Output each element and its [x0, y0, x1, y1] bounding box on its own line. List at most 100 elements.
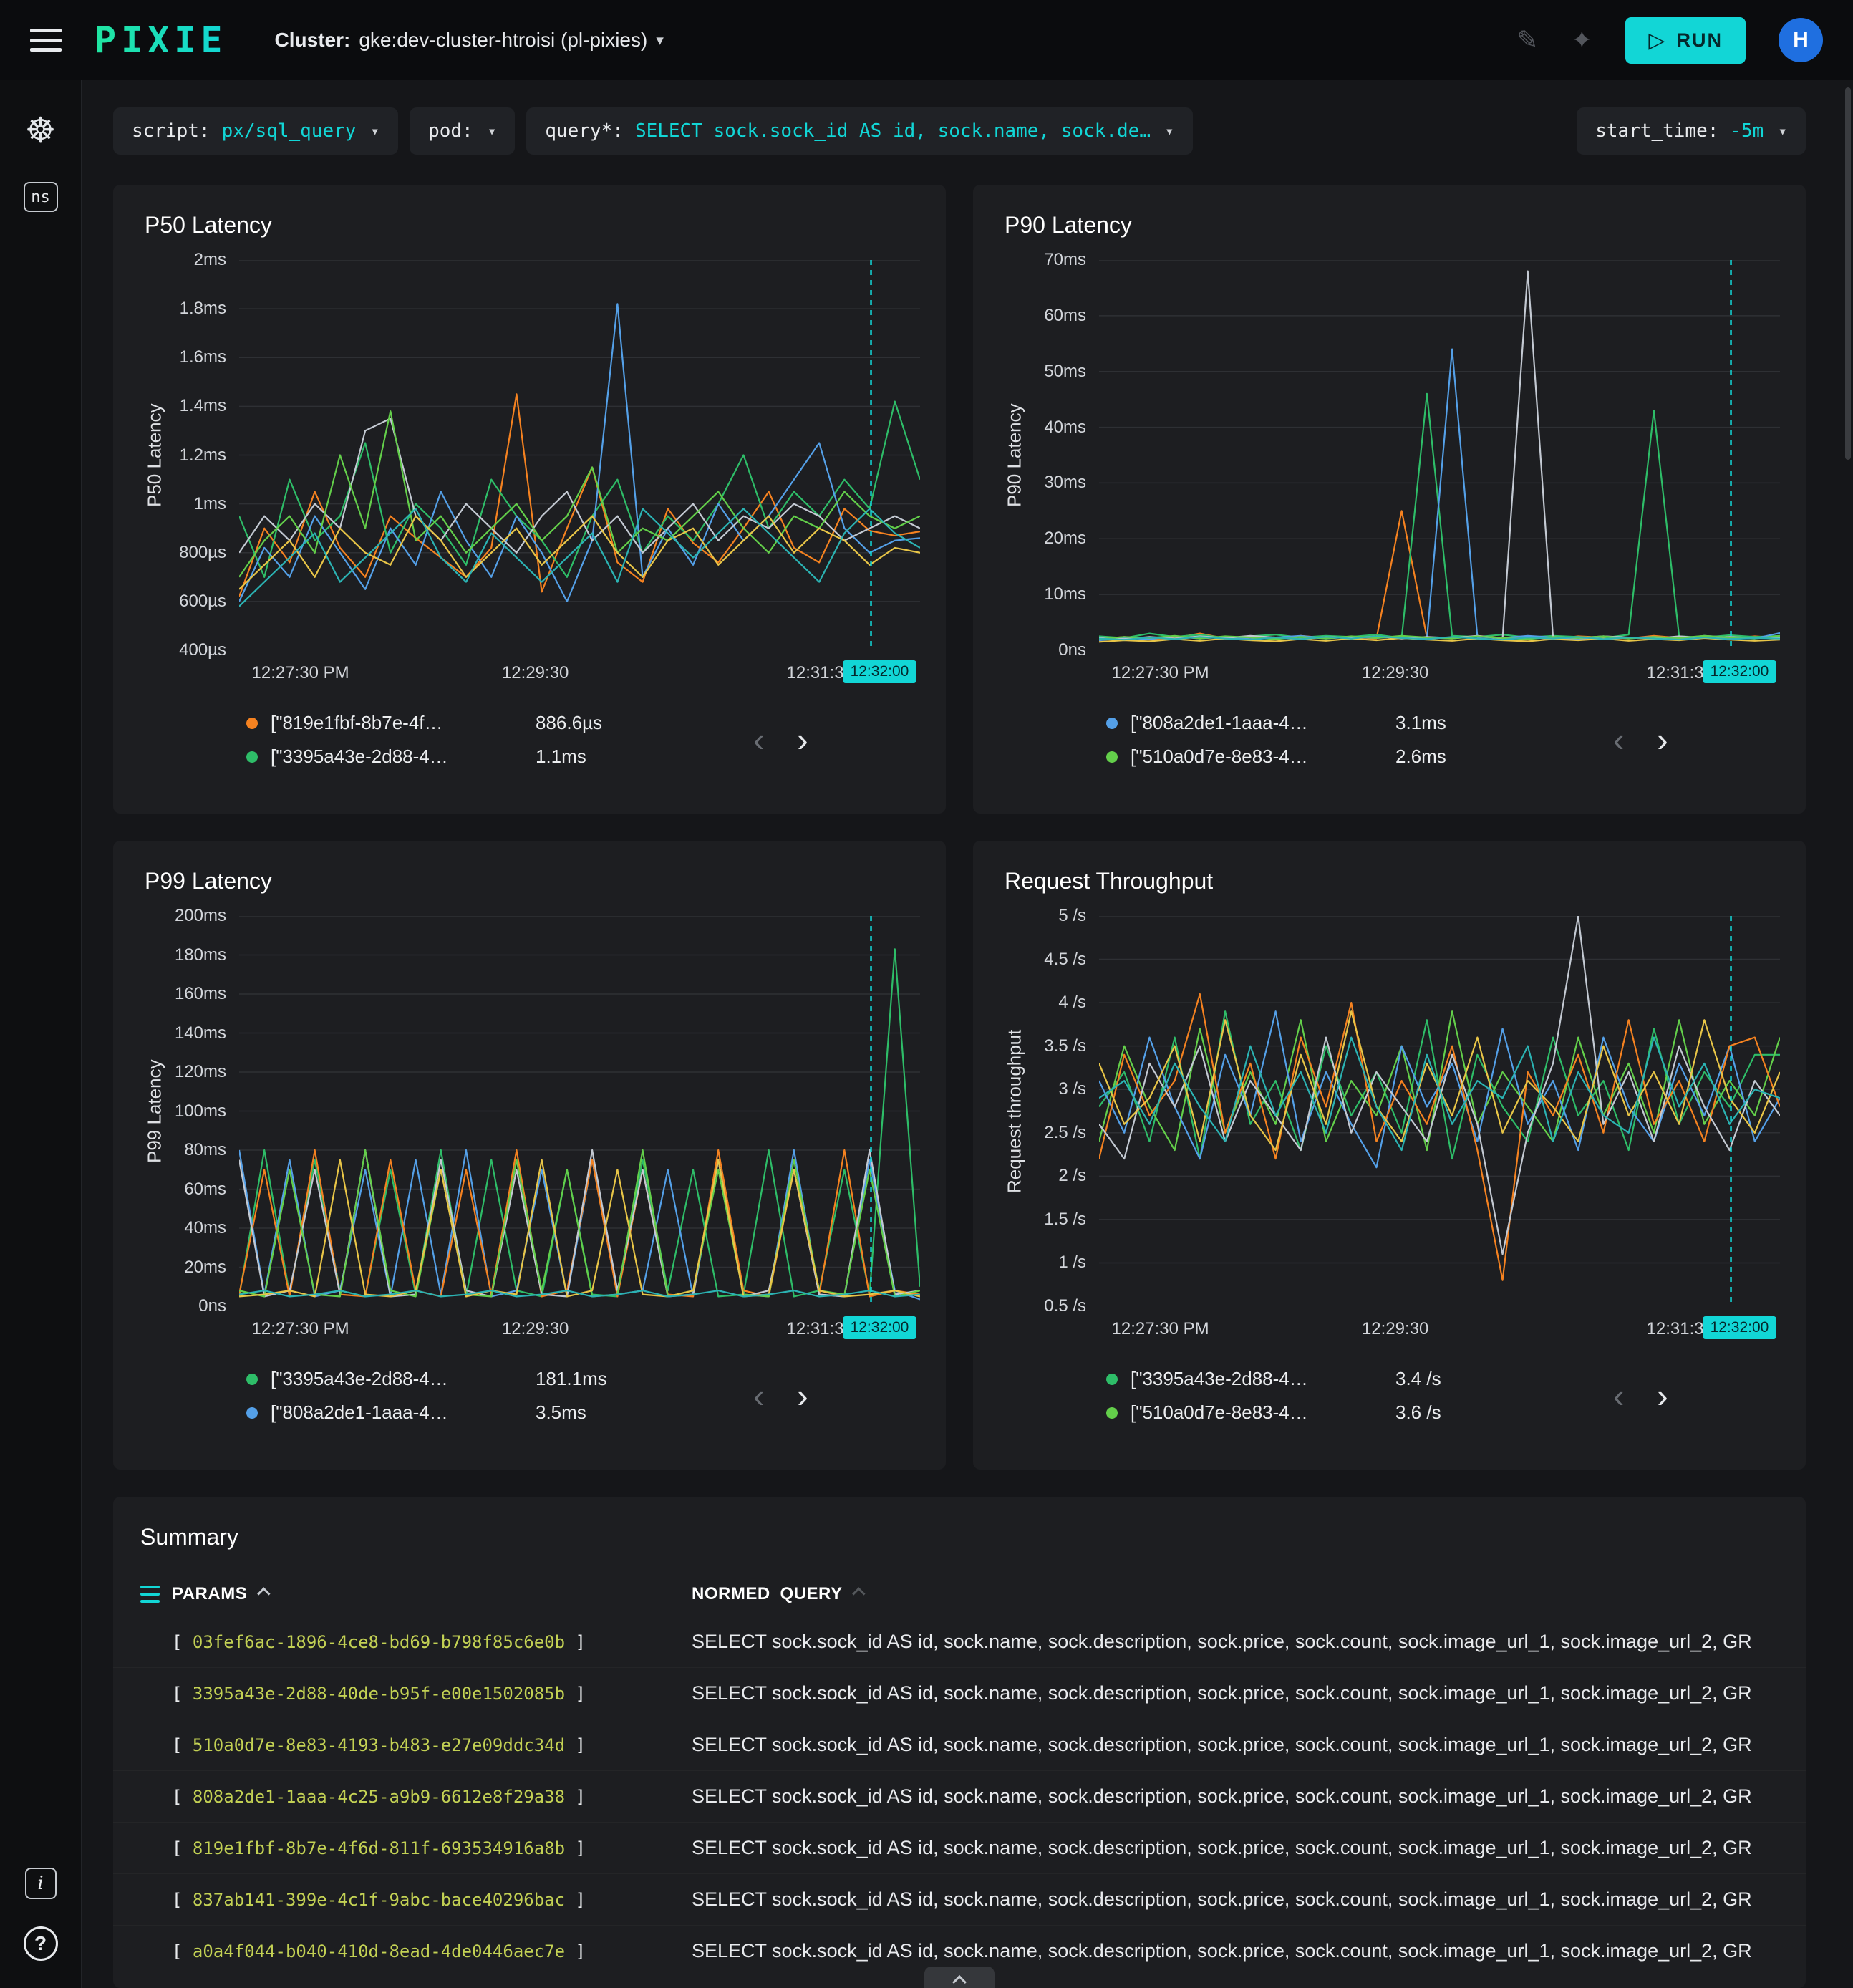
legend-prev-button[interactable]: ‹: [748, 723, 770, 756]
info-icon[interactable]: i: [24, 1868, 57, 1899]
chart-area: P50 Latency 2ms 1.8ms 1.6ms 1.4ms 1.2ms 1ms 80…: [139, 250, 920, 690]
p90-latency-panel: P90 Latency P90 Latency 70ms 60ms 50ms 40ms…: [973, 185, 1806, 814]
edit-icon[interactable]: ✎: [1516, 25, 1538, 55]
normed-query-cell: SELECT sock.sock_id AS id, sock.name, so…: [692, 1888, 1752, 1910]
param-cell[interactable]: [ 3395a43e-2d88-40de-b95f-e00e1502085b ]: [172, 1684, 692, 1704]
avatar[interactable]: H: [1779, 18, 1823, 62]
chart-area: Request throughput 5 /s 4.5 /s 4 /s 3.5 /s 3…: [999, 906, 1780, 1346]
y-tick-label: 30ms: [1044, 473, 1086, 493]
series-color-dot: [246, 717, 258, 729]
legend-next-button[interactable]: ›: [1651, 723, 1673, 756]
table-menu-icon[interactable]: [140, 1585, 160, 1603]
chevron-up-icon: [952, 1974, 967, 1988]
plot-area[interactable]: [1099, 260, 1780, 650]
legend-item[interactable]: ["3395a43e-2d88-4… 1.1ms: [246, 740, 920, 773]
x-tick-label: 12:27:30 PM: [251, 1319, 349, 1338]
y-tick-label: 2 /s: [1058, 1166, 1086, 1186]
series-line: [1099, 271, 1780, 640]
legend-item[interactable]: ["808a2de1-1aaa-4… 3.1ms: [1106, 706, 1780, 740]
table-row[interactable]: [ 03fef6ac-1896-4ce8-bd69-b798f85c6e0b ]…: [113, 1616, 1806, 1668]
param-uuid: 3395a43e-2d88-40de-b95f-e00e1502085b: [192, 1683, 566, 1704]
run-button[interactable]: ▷ RUN: [1625, 16, 1746, 64]
column-header-normed-query[interactable]: NORMED_QUERY: [692, 1584, 1779, 1604]
plot-area[interactable]: [239, 260, 920, 650]
legend-item[interactable]: ["510a0d7e-8e83-4… 3.6 /s: [1106, 1396, 1780, 1429]
param-cell[interactable]: [ 03fef6ac-1896-4ce8-bd69-b798f85c6e0b ]: [172, 1632, 692, 1652]
sparkle-icon[interactable]: ✦: [1571, 25, 1592, 55]
y-tick-label: 3.5 /s: [1044, 1036, 1086, 1056]
series-color-dot: [246, 1406, 258, 1419]
y-tick-label: 200ms: [174, 906, 226, 925]
pod-label: pod:: [428, 120, 473, 142]
namespace-icon[interactable]: ns: [23, 182, 58, 212]
expand-table-button[interactable]: [924, 1967, 995, 1988]
p50-latency-panel: P50 Latency P50 Latency 2ms 1.8ms 1.6ms 1.4…: [113, 185, 946, 814]
y-axis-title: P99 Latency: [143, 1059, 165, 1163]
legend-next-button[interactable]: ›: [1651, 1379, 1673, 1412]
help-icon[interactable]: ?: [23, 1926, 58, 1961]
y-tick-label: 20ms: [1044, 529, 1086, 549]
hamburger-menu-icon[interactable]: [30, 29, 62, 52]
script-select[interactable]: script: px/sql_query ▾: [113, 107, 399, 155]
series-line: [239, 394, 920, 597]
chart-legend: ["819e1fbf-8b7e-4f… 886.6µs ["3395a43e-2…: [246, 706, 920, 773]
y-tick-label: 800µs: [179, 542, 226, 562]
param-cell[interactable]: [ 808a2de1-1aaa-4c25-a9b9-6612e8f29a38 ]: [172, 1787, 692, 1807]
table-row[interactable]: [ 837ab141-399e-4c1f-9abc-bace40296bac ]…: [113, 1874, 1806, 1926]
x-tick-label: 12:27:30 PM: [1111, 663, 1209, 682]
column-header-params[interactable]: PARAMS: [172, 1584, 692, 1604]
pod-select[interactable]: pod: ▾: [410, 107, 516, 155]
topbar-actions: ✎ ✦ ▷ RUN H: [1516, 16, 1823, 64]
param-uuid: 819e1fbf-8b7e-4f6d-811f-693534916a8b: [192, 1838, 566, 1858]
table-row[interactable]: [ 510a0d7e-8e83-4193-b483-e27e09ddc34d ]…: [113, 1719, 1806, 1771]
y-axis-title: Request throughput: [1003, 1029, 1025, 1193]
legend-prev-button[interactable]: ‹: [748, 1379, 770, 1412]
normed-query-cell: SELECT sock.sock_id AS id, sock.name, so…: [692, 1631, 1752, 1652]
current-time-badge: 12:32:00: [842, 660, 917, 683]
legend-item[interactable]: ["3395a43e-2d88-4… 181.1ms: [246, 1362, 920, 1396]
legend-item[interactable]: ["510a0d7e-8e83-4… 2.6ms: [1106, 740, 1780, 773]
y-tick-label: 60ms: [1044, 305, 1086, 325]
param-cell[interactable]: [ a0a4f044-b040-410d-8ead-4de0446aec7e ]: [172, 1941, 692, 1962]
param-cell[interactable]: [ 837ab141-399e-4c1f-9abc-bace40296bac ]: [172, 1890, 692, 1910]
series-label: ["3395a43e-2d88-4…: [271, 746, 448, 767]
param-cell[interactable]: [ 819e1fbf-8b7e-4f6d-811f-693534916a8b ]: [172, 1838, 692, 1858]
current-time-badge: 12:32:00: [1702, 660, 1777, 683]
cluster-value: gke:dev-cluster-htroisi (pl-pixies): [359, 29, 648, 51]
legend-prev-button[interactable]: ‹: [1607, 723, 1630, 756]
y-tick-label: 160ms: [174, 984, 226, 1003]
legend-prev-button[interactable]: ‹: [1607, 1379, 1630, 1412]
legend-next-button[interactable]: ›: [791, 1379, 813, 1412]
series-label: ["819e1fbf-8b7e-4f…: [271, 712, 443, 733]
table-row[interactable]: [ 3395a43e-2d88-40de-b95f-e00e1502085b ]…: [113, 1668, 1806, 1719]
param-cell[interactable]: [ 510a0d7e-8e83-4193-b483-e27e09ddc34d ]: [172, 1735, 692, 1755]
cluster-label: Cluster:: [274, 29, 351, 51]
legend-item[interactable]: ["808a2de1-1aaa-4… 3.5ms: [246, 1396, 920, 1429]
y-axis-ticks: 70ms 60ms 50ms 40ms 30ms 20ms 10ms 0ns: [1030, 250, 1099, 660]
chart-title: P50 Latency: [145, 212, 272, 238]
legend-item[interactable]: ["3395a43e-2d88-4… 3.4 /s: [1106, 1362, 1780, 1396]
start-time-select[interactable]: start_time: -5m ▾: [1577, 107, 1806, 155]
query-select[interactable]: query*: SELECT sock.sock_id AS id, sock.…: [526, 107, 1193, 155]
table-row[interactable]: [ 808a2de1-1aaa-4c25-a9b9-6612e8f29a38 ]…: [113, 1771, 1806, 1823]
y-tick-label: 4 /s: [1058, 993, 1086, 1013]
table-row[interactable]: [ 819e1fbf-8b7e-4f6d-811f-693534916a8b ]…: [113, 1823, 1806, 1874]
plot-area[interactable]: [239, 916, 920, 1306]
legend-next-button[interactable]: ›: [791, 723, 813, 756]
y-axis-title: P50 Latency: [143, 403, 165, 507]
run-button-label: RUN: [1676, 29, 1723, 51]
series-label: ["510a0d7e-8e83-4…: [1131, 1401, 1308, 1423]
cluster-selector[interactable]: Cluster: gke:dev-cluster-htroisi (pl-pix…: [275, 29, 664, 52]
legend-pagination: ‹ ›: [1607, 1379, 1674, 1412]
kubernetes-icon[interactable]: ☸: [25, 110, 56, 150]
y-tick-label: 1.4ms: [179, 396, 226, 416]
series-line: [1099, 394, 1780, 638]
series-line: [1099, 349, 1780, 640]
plot-area[interactable]: [1099, 916, 1780, 1306]
series-label: ["3395a43e-2d88-4…: [271, 1368, 448, 1389]
series-value: 886.6µs: [536, 712, 603, 733]
legend-item[interactable]: ["819e1fbf-8b7e-4f… 886.6µs: [246, 706, 920, 740]
y-tick-label: 80ms: [184, 1140, 226, 1159]
series-value: 3.6 /s: [1395, 1401, 1441, 1423]
scrollbar-thumb[interactable]: [1845, 87, 1851, 460]
